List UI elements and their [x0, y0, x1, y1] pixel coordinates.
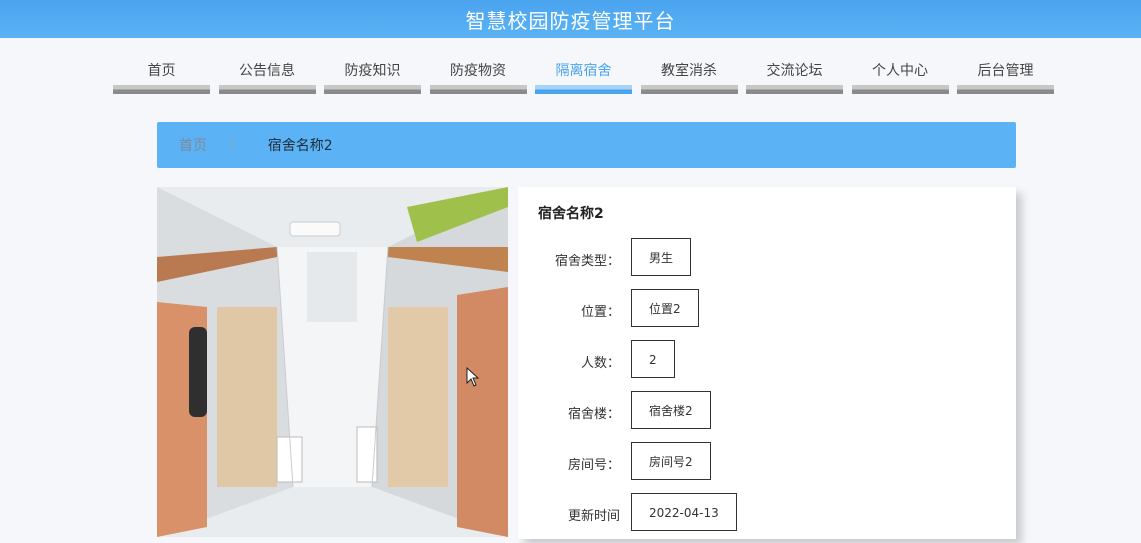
field-label: 宿舍楼： [567, 407, 620, 422]
field-label: 房间号： [567, 458, 620, 473]
nav-item-underline [746, 85, 843, 94]
dorm-name: 宿舍名称2 [538, 206, 604, 222]
nav-item-underline [535, 85, 632, 94]
main-nav: 首页 公告信息 防疫知识 防疫物资 隔离宿舍 教室消杀 交流论坛 个人中心 后台… [113, 52, 1063, 96]
field-value: 2 [631, 340, 675, 378]
nav-item-profile[interactable]: 个人中心 [851, 52, 949, 94]
nav-item-label: 防疫知识 [344, 63, 401, 79]
nav-item-underline [640, 85, 738, 94]
nav-item-home[interactable]: 首页 [113, 52, 210, 94]
mouse-cursor-icon [466, 367, 480, 387]
detail-row-type: 宿舍类型： 男生 [518, 238, 1016, 278]
detail-row-count: 人数： 2 [518, 340, 1016, 380]
nav-item-label: 首页 [147, 63, 176, 79]
breadcrumb-home-link[interactable]: 首页 [179, 135, 207, 155]
field-value: 房间号2 [631, 442, 711, 480]
field-label: 位置： [580, 305, 620, 320]
nav-item-classroom-disinfection[interactable]: 教室消杀 [640, 52, 738, 94]
nav-item-label: 教室消杀 [661, 63, 717, 79]
field-value: 男生 [631, 238, 692, 276]
nav-item-isolation-dorm[interactable]: 隔离宿舍 [535, 52, 632, 94]
detail-row-updated: 更新时间 2022-04-13 [518, 493, 1016, 533]
nav-item-underline [113, 85, 210, 94]
nav-item-label: 公告信息 [239, 63, 295, 79]
breadcrumb: 首页 / 宿舍名称2 [157, 122, 1016, 168]
nav-item-label: 个人中心 [872, 63, 928, 79]
nav-item-underline [429, 85, 527, 94]
nav-item-underline [851, 85, 949, 94]
field-label: 宿舍类型： [554, 254, 620, 269]
nav-item-supplies[interactable]: 防疫物资 [429, 52, 527, 94]
breadcrumb-separator: / [229, 137, 234, 153]
nav-item-forum[interactable]: 交流论坛 [746, 52, 843, 94]
nav-item-label: 交流论坛 [766, 63, 823, 79]
detail-row-room: 房间号： 房间号2 [518, 442, 1016, 482]
breadcrumb-current: 宿舍名称2 [267, 138, 333, 154]
field-value: 2022-04-13 [631, 493, 737, 531]
field-value: 位置2 [631, 289, 699, 327]
detail-row-location: 位置： 位置2 [518, 289, 1016, 329]
nav-item-admin[interactable]: 后台管理 [957, 52, 1054, 94]
detail-row-building: 宿舍楼： 宿舍楼2 [518, 391, 1016, 431]
nav-item-label: 后台管理 [977, 63, 1034, 79]
field-label: 人数： [580, 356, 620, 371]
app-title: 智慧校园防疫管理平台 [465, 8, 676, 33]
nav-item-knowledge[interactable]: 防疫知识 [324, 52, 421, 94]
app-header: 智慧校园防疫管理平台 [0, 0, 1141, 38]
nav-item-underline [218, 85, 316, 94]
nav-item-label: 隔离宿舍 [555, 63, 612, 79]
dorm-photo [157, 187, 508, 537]
nav-item-underline [324, 85, 421, 94]
dorm-detail-card: 宿舍名称2 宿舍类型： 男生 位置： 位置2 人数： 2 宿舍楼： 宿舍楼2 房… [518, 187, 1016, 539]
field-value: 宿舍楼2 [631, 391, 711, 429]
field-label: 更新时间 [567, 509, 620, 524]
nav-item-announcements[interactable]: 公告信息 [218, 52, 316, 94]
nav-item-underline [957, 85, 1054, 94]
nav-item-label: 防疫物资 [450, 63, 506, 79]
